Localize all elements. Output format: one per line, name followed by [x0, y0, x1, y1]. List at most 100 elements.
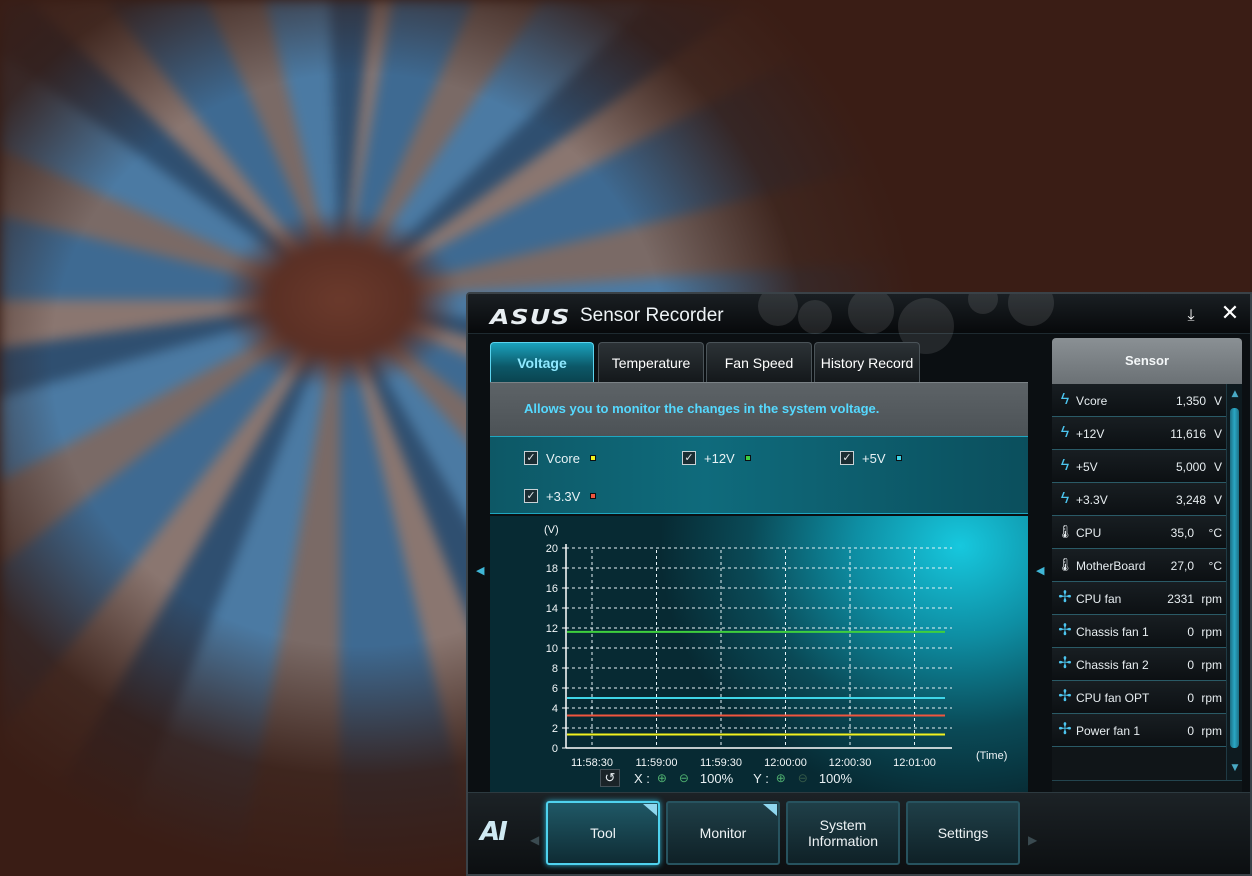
- scroll-thumb[interactable]: [1230, 408, 1239, 748]
- sensor-row: ϟ +5V 5,000 V: [1052, 450, 1226, 483]
- voltage-icon: ϟ: [1060, 457, 1070, 474]
- sensor-unit: °C: [1208, 559, 1222, 573]
- tab-fan-speed[interactable]: Fan Speed: [706, 342, 812, 382]
- sensor-value: 0: [1187, 724, 1194, 738]
- thermometer-icon: 🌡: [1056, 557, 1074, 572]
- sensor-name: +12V: [1076, 427, 1105, 441]
- close-button[interactable]: ✕: [1218, 302, 1242, 326]
- legend-item-vcore[interactable]: ✓ Vcore: [524, 449, 596, 467]
- fan-icon: ✢: [1058, 622, 1072, 639]
- title-bubble: [968, 294, 998, 314]
- title-bubble: [798, 300, 832, 334]
- x-zoom-value: 100%: [699, 770, 734, 786]
- tool-button[interactable]: Tool: [546, 801, 660, 865]
- y-tick-label: 10: [546, 643, 558, 655]
- x-tick-label: 11:59:00: [635, 757, 677, 766]
- monitor-button[interactable]: Monitor: [666, 801, 780, 865]
- legend-label: Vcore: [546, 450, 580, 466]
- left-arrow-icon[interactable]: ◀: [476, 564, 484, 577]
- description-bar: Allows you to monitor the changes in the…: [490, 382, 1028, 436]
- sensor-row: ϟ Vcore 1,350 V: [1052, 384, 1226, 417]
- legend-item-12v[interactable]: ✓ +12V: [682, 449, 751, 467]
- voltage-icon: ϟ: [1060, 490, 1070, 507]
- title-bubble: [848, 294, 894, 334]
- sensor-unit: V: [1213, 427, 1222, 441]
- scroll-down-icon[interactable]: ▼: [1229, 762, 1241, 774]
- y-tick-label: 2: [552, 723, 558, 735]
- sensor-row: 🌡 CPU 35,0 °C: [1052, 516, 1226, 549]
- sensor-name: Chassis fan 2: [1076, 658, 1149, 672]
- x-tick-label: 12:00:00: [764, 757, 807, 766]
- y-zoom-label: Y :: [753, 770, 769, 786]
- scroll-up-icon[interactable]: ▲: [1229, 388, 1241, 400]
- y-tick-label: 0: [552, 743, 558, 755]
- title-bar[interactable]: ASUS Sensor Recorder ⤓ ✕: [468, 294, 1250, 354]
- sensor-name: Power fan 1: [1076, 724, 1141, 738]
- checkbox-12v[interactable]: ✓: [682, 451, 696, 465]
- sensor-value: 0: [1187, 691, 1194, 705]
- sensor-name: CPU: [1076, 526, 1102, 540]
- fan-icon: ✢: [1058, 655, 1072, 672]
- fan-icon: ✢: [1058, 721, 1072, 738]
- zoom-in-icon[interactable]: ⊕: [773, 771, 789, 785]
- checkbox-vcore[interactable]: ✓: [524, 451, 538, 465]
- settings-button[interactable]: Settings: [906, 801, 1020, 865]
- sensor-name: MotherBoard: [1076, 559, 1146, 573]
- sensor-unit: rpm: [1201, 592, 1222, 606]
- sensor-unit: V: [1213, 493, 1222, 507]
- window-title: Sensor Recorder: [580, 305, 724, 326]
- legend-item-3v3[interactable]: ✓ +3.3V: [524, 487, 597, 505]
- legend-item-5v[interactable]: ✓ +5V: [840, 449, 902, 467]
- sensor-value: 0: [1187, 658, 1194, 672]
- legend-swatch: [590, 493, 597, 499]
- x-axis-label: (Time): [976, 750, 1007, 762]
- sensor-row: ϟ +3.3V 3,248 V: [1052, 483, 1226, 516]
- zoom-out-icon[interactable]: ⊖: [676, 771, 692, 785]
- sensor-unit: °C: [1208, 526, 1222, 540]
- nav-left-arrow-icon[interactable]: ◀: [530, 833, 539, 847]
- sensor-unit: V: [1213, 460, 1222, 474]
- sensor-value: 2331: [1167, 592, 1194, 606]
- sensor-panel-footer: [1052, 780, 1242, 792]
- sensor-value: 0: [1187, 625, 1194, 639]
- reset-zoom-button[interactable]: ↺: [600, 769, 620, 787]
- checkbox-3v3[interactable]: ✓: [524, 489, 538, 503]
- y-tick-label: 12: [546, 623, 558, 635]
- minimize-button[interactable]: ⤓: [1180, 304, 1202, 326]
- voltage-icon: ϟ: [1060, 424, 1070, 441]
- sensor-value: 1,350: [1175, 394, 1206, 408]
- legend-swatch: [589, 455, 596, 461]
- zoom-out-icon[interactable]: ⊖: [795, 771, 811, 785]
- tab-history-record[interactable]: History Record: [814, 342, 920, 382]
- corner-flag-icon: [763, 804, 777, 816]
- voltage-icon: ϟ: [1060, 391, 1070, 408]
- sensor-scrollbar[interactable]: ▲ ▼: [1226, 384, 1242, 780]
- x-tick-label: 11:59:30: [700, 757, 742, 766]
- left-arrow-icon[interactable]: ◀: [1036, 564, 1044, 577]
- y-axis-label: (V): [544, 524, 559, 536]
- x-zoom-label: X :: [634, 770, 650, 786]
- tab-temperature[interactable]: Temperature: [598, 342, 704, 382]
- bottom-nav-bar: AI ◀ Tool Monitor System Information Set…: [468, 792, 1250, 874]
- sensor-unit: rpm: [1201, 691, 1222, 705]
- zoom-controls: ↺ X : ⊕ ⊖ 100% Y : ⊕ ⊖ 100%: [600, 768, 852, 788]
- sensor-recorder-window: ASUS Sensor Recorder ⤓ ✕ Voltage Tempera…: [466, 292, 1252, 876]
- title-bubble: [1008, 294, 1054, 326]
- y-tick-label: 16: [546, 583, 558, 595]
- tab-voltage[interactable]: Voltage: [490, 342, 594, 382]
- settings-button-label: Settings: [937, 825, 989, 841]
- voltage-chart[interactable]: (V) 0 2 4 6 8 10 12 14 16 18 20 11:58:30 11:59:00 11:5…: [490, 516, 1028, 792]
- y-tick-label: 6: [552, 683, 558, 695]
- y-tick-label: 18: [546, 563, 558, 575]
- nav-right-arrow-icon[interactable]: ▶: [1028, 833, 1037, 847]
- sensor-name: +3.3V: [1076, 493, 1108, 507]
- zoom-in-icon[interactable]: ⊕: [654, 771, 670, 785]
- monitor-button-label: Monitor: [699, 825, 747, 841]
- sensor-panel-header: Sensor: [1052, 338, 1242, 384]
- checkbox-5v[interactable]: ✓: [840, 451, 854, 465]
- fan-icon: ✢: [1058, 589, 1072, 606]
- sensor-row: ✢ CPU fan OPT 0 rpm: [1052, 681, 1226, 714]
- asus-logo: ASUS: [490, 305, 571, 329]
- legend-swatch: [744, 455, 751, 461]
- system-information-button[interactable]: System Information: [786, 801, 900, 865]
